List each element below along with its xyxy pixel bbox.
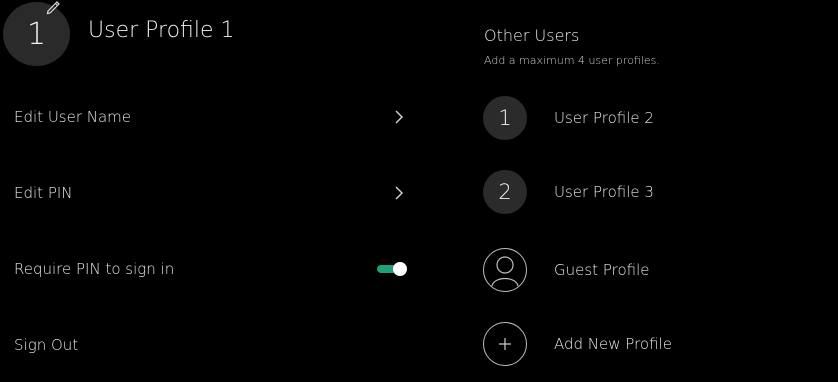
plus-icon: [483, 322, 527, 366]
require-pin-toggle[interactable]: [377, 260, 411, 278]
avatar-label: 1: [498, 106, 512, 130]
require-pin-item: Require PIN to sign in: [0, 247, 430, 291]
current-profile-name: User Profile 1: [88, 18, 235, 43]
other-users-subtitle: Add a maximum 4 user profiles.: [484, 54, 660, 67]
edit-user-name-label: Edit User Name: [14, 108, 132, 126]
chevron-right-icon: [395, 110, 403, 124]
edit-user-name-item[interactable]: Edit User Name: [0, 95, 430, 139]
profile-item-user-profile-3[interactable]: 2 User Profile 3: [483, 170, 813, 218]
person-icon: [483, 248, 527, 292]
current-profile-avatar-label: 1: [26, 16, 47, 52]
require-pin-label: Require PIN to sign in: [14, 260, 175, 278]
edit-pin-item[interactable]: Edit PIN: [0, 171, 430, 215]
avatar-label: 2: [498, 180, 512, 204]
profile-name: Guest Profile: [554, 261, 650, 279]
profile-item-user-profile-2[interactable]: 1 User Profile 2: [483, 96, 813, 144]
profile-name: User Profile 3: [554, 183, 654, 201]
other-users-title: Other Users: [484, 26, 580, 45]
sign-out-item[interactable]: Sign Out: [0, 323, 430, 367]
chevron-right-icon: [395, 186, 403, 200]
pencil-icon[interactable]: [44, 0, 62, 15]
toggle-knob: [393, 262, 407, 276]
sign-out-label: Sign Out: [14, 336, 79, 354]
profile-item-guest[interactable]: Guest Profile: [483, 248, 813, 296]
avatar: 1: [483, 96, 527, 140]
add-new-profile-button[interactable]: Add New Profile: [483, 322, 813, 370]
profile-name: Add New Profile: [554, 335, 672, 353]
profile-name: User Profile 2: [554, 109, 654, 127]
edit-pin-label: Edit PIN: [14, 184, 73, 202]
avatar: 2: [483, 170, 527, 214]
